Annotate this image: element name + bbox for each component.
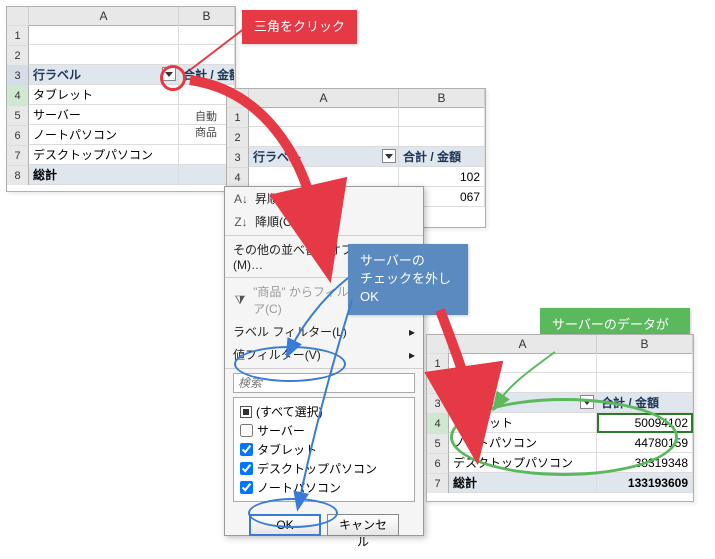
filter-option-all[interactable]: (すべて選択) xyxy=(240,402,408,421)
rownum: 4 xyxy=(427,413,449,433)
filter-dropdown-button[interactable] xyxy=(162,67,176,81)
sum-header: 合計 / 金額 xyxy=(399,147,485,167)
rownum: 4 xyxy=(7,85,29,105)
rownum: 8 xyxy=(7,165,29,185)
filter-option-tablet[interactable]: タブレット xyxy=(240,440,408,459)
rownum: 4 xyxy=(227,167,249,187)
rownum: 3 xyxy=(427,393,449,413)
col-B: B xyxy=(179,7,235,25)
filter-checkbox-list: (すべて選択) サーバー タブレット デスクトップパソコン ノートパソコン xyxy=(233,397,415,502)
value-cell[interactable]: 102 xyxy=(399,167,485,187)
checkbox-tablet[interactable] xyxy=(240,443,253,456)
total-label: 総計 xyxy=(449,473,597,493)
value-cell[interactable]: 50094102 xyxy=(597,413,693,433)
rownum: 3 xyxy=(227,147,249,167)
chevron-right-icon: ▸ xyxy=(409,348,415,362)
rownum: 7 xyxy=(7,145,29,165)
sort-asc-icon: A↓ xyxy=(233,192,249,206)
pivot-item[interactable]: ノートパソコン xyxy=(29,125,179,145)
col-B: B xyxy=(597,335,693,353)
filter-option-server[interactable]: サーバー xyxy=(240,421,408,440)
pivot-item[interactable]: ノートパソコン xyxy=(449,433,597,453)
rownum: 1 xyxy=(227,107,249,127)
pivot-after: A B 1 2 3 4 5 6 7 行ラベル 合計 / 金額 タブレット5009… xyxy=(426,334,694,502)
rownum: 2 xyxy=(7,45,29,65)
total-value: 133193609 xyxy=(597,473,693,493)
filter-dropdown-panel: A↓昇順(S) Z↓降順(O) その他の並べ替えオプション(M)… ⧩"商品" … xyxy=(224,186,424,536)
rownum: 6 xyxy=(7,125,29,145)
value-cell[interactable]: 38319348 xyxy=(597,453,693,473)
checkbox-server[interactable] xyxy=(240,424,253,437)
rownum: 5 xyxy=(7,105,29,125)
callout-click-triangle: 三角をクリック xyxy=(242,10,357,44)
filter-search[interactable] xyxy=(233,373,415,393)
checkbox-desktop[interactable] xyxy=(240,462,253,475)
checkbox-all[interactable] xyxy=(240,406,252,418)
col-A: A xyxy=(449,335,597,353)
filter-search-input[interactable] xyxy=(233,373,415,393)
rownum: 1 xyxy=(7,25,29,45)
filter-dropdown-button[interactable] xyxy=(580,395,594,409)
side-text: 自動 商品 xyxy=(195,108,217,140)
col-A: A xyxy=(249,89,399,107)
pivot-before: A B 1 2 3 4 5 6 7 8 行ラベル 合計 / 金額 タブレット サ… xyxy=(6,6,236,192)
cancel-button[interactable]: キャンセル xyxy=(327,514,399,536)
pivot-item[interactable]: デスクトップパソコン xyxy=(449,453,597,473)
chevron-right-icon: ▸ xyxy=(409,325,415,339)
rownum: 2 xyxy=(227,127,249,147)
pivot-item[interactable]: タブレット xyxy=(29,85,179,105)
row-label-header: 行ラベル xyxy=(33,68,81,82)
rownum: 7 xyxy=(427,473,449,493)
total-label: 総計 xyxy=(29,165,179,185)
rownum: 1 xyxy=(427,353,449,373)
pivot-item[interactable]: サーバー xyxy=(29,105,179,125)
sort-desc[interactable]: Z↓降順(O) xyxy=(225,210,423,233)
checkbox-laptop[interactable] xyxy=(240,481,253,494)
sum-header: 合計 / 金額 xyxy=(597,393,693,413)
rownum: 5 xyxy=(427,433,449,453)
rownum: 6 xyxy=(427,453,449,473)
rownum: 2 xyxy=(427,373,449,393)
col-A: A xyxy=(29,7,179,25)
pivot-item[interactable]: デスクトップパソコン xyxy=(29,145,179,165)
callout-uncheck-server: サーバーの チェックを外し OK xyxy=(348,244,468,315)
filter-option-laptop[interactable]: ノートパソコン xyxy=(240,478,408,497)
sort-asc[interactable]: A↓昇順(S) xyxy=(225,187,423,210)
ok-button[interactable]: OK xyxy=(249,514,321,536)
pivot-item[interactable]: タブレット xyxy=(449,413,597,433)
value-filter[interactable]: 値フィルター(V)▸ xyxy=(225,343,423,366)
rownum: 3 xyxy=(7,65,29,85)
sum-header: 合計 / 金額 xyxy=(179,65,235,85)
label-filter[interactable]: ラベル フィルター(L)▸ xyxy=(225,320,423,343)
sort-desc-icon: Z↓ xyxy=(233,215,249,229)
filter-option-desktop[interactable]: デスクトップパソコン xyxy=(240,459,408,478)
row-label-header: 行ラベル xyxy=(253,150,301,164)
col-B: B xyxy=(399,89,485,107)
filter-dropdown-button[interactable] xyxy=(382,149,396,163)
funnel-clear-icon: ⧩ xyxy=(233,293,247,308)
row-label-header: 行ラベル xyxy=(453,396,501,410)
value-cell[interactable]: 44780159 xyxy=(597,433,693,453)
